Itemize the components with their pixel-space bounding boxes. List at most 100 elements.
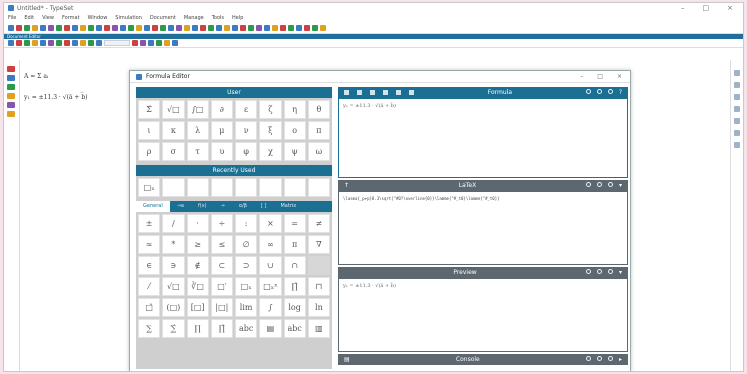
symbol-button[interactable]: ∏ bbox=[186, 319, 209, 338]
menu-item[interactable]: Help bbox=[232, 15, 243, 21]
symbol-button[interactable]: ζ bbox=[259, 100, 282, 119]
sidebar-icon[interactable] bbox=[734, 70, 740, 76]
symbol-button[interactable]: ∂ bbox=[210, 100, 233, 119]
sidebar-icon[interactable] bbox=[7, 102, 15, 108]
toolbar-icon[interactable] bbox=[24, 24, 30, 31]
symbol-button[interactable]: ε bbox=[235, 100, 258, 119]
zoom-out-icon[interactable] bbox=[596, 89, 602, 94]
zoom-reset-icon[interactable] bbox=[607, 182, 613, 187]
toolbar-icon[interactable] bbox=[96, 40, 102, 46]
symbol-button[interactable]: ∏̂ bbox=[283, 277, 306, 296]
symbol-button[interactable]: abc bbox=[235, 319, 258, 338]
symbol-button[interactable]: π bbox=[283, 235, 306, 254]
toolbar-icon[interactable] bbox=[216, 24, 222, 31]
toolbar-icon[interactable] bbox=[128, 24, 134, 31]
toolbar-icon[interactable] bbox=[296, 24, 302, 31]
symbol-button[interactable]: √□ bbox=[162, 100, 185, 119]
menu-item[interactable]: Manage bbox=[184, 15, 204, 21]
toolbar-icon[interactable] bbox=[88, 24, 94, 31]
symbol-button[interactable]: ÷ bbox=[210, 214, 233, 233]
toolbar-icon[interactable] bbox=[288, 24, 294, 31]
tab-5[interactable]: [ ] bbox=[254, 201, 274, 212]
symbol-button[interactable]: ≥ bbox=[186, 235, 209, 254]
symbol-button[interactable]: □̂ bbox=[138, 298, 161, 317]
expand-icon[interactable]: ▸ bbox=[619, 356, 622, 363]
symbol-button[interactable]: ⊃ bbox=[235, 256, 258, 275]
toolbar-icon[interactable] bbox=[140, 40, 146, 46]
menu-item[interactable]: Window bbox=[88, 15, 108, 21]
toolbar-icon[interactable] bbox=[192, 24, 198, 31]
toolbar-icon[interactable] bbox=[136, 24, 142, 31]
latex-output[interactable]: \lasma{_p+p}8.3\sqrt{"#0?\overline{0}}\l… bbox=[338, 191, 628, 265]
zoom-reset-icon[interactable] bbox=[607, 269, 613, 274]
symbol-button[interactable]: □′ bbox=[210, 277, 233, 296]
cut-icon[interactable] bbox=[383, 90, 388, 95]
toolbar-icon[interactable] bbox=[320, 24, 326, 31]
toolbar-icon[interactable] bbox=[40, 40, 46, 46]
editor-minimize-button[interactable]: – bbox=[580, 73, 583, 80]
sidebar-icon[interactable] bbox=[734, 142, 740, 148]
menu-item[interactable]: Document bbox=[150, 15, 176, 21]
toolbar-icon[interactable] bbox=[148, 40, 154, 46]
toolbar-icon[interactable] bbox=[120, 24, 126, 31]
toolbar-icon[interactable] bbox=[8, 24, 14, 31]
toolbar-icon[interactable] bbox=[232, 24, 238, 31]
symbol-button[interactable]: λ bbox=[186, 121, 209, 140]
symbol-button[interactable]: υ bbox=[210, 142, 233, 161]
symbol-button[interactable]: ν bbox=[235, 121, 258, 140]
toolbar-icon[interactable] bbox=[224, 24, 230, 31]
symbol-button[interactable]: * bbox=[162, 235, 185, 254]
zoom-out-icon[interactable] bbox=[596, 356, 602, 361]
symbol-button[interactable]: τ bbox=[186, 142, 209, 161]
symbol-button[interactable]: ∅ bbox=[235, 235, 258, 254]
symbol-button[interactable]: ∪ bbox=[259, 256, 282, 275]
tab-2[interactable]: f(x) bbox=[191, 201, 214, 212]
symbol-button[interactable]: ρ bbox=[138, 142, 161, 161]
menu-item[interactable]: File bbox=[8, 15, 16, 21]
toolbar-icon[interactable] bbox=[184, 24, 190, 31]
maximize-button[interactable]: □ bbox=[703, 4, 710, 12]
close-button[interactable]: × bbox=[727, 4, 733, 12]
symbol-button[interactable]: |□| bbox=[210, 298, 233, 317]
symbol-button[interactable]: ⊂ bbox=[210, 256, 233, 275]
symbol-button[interactable]: ∏̂ bbox=[210, 319, 233, 338]
toolbar-icon[interactable] bbox=[144, 24, 150, 31]
symbol-button[interactable]: ι bbox=[138, 121, 161, 140]
undo-icon[interactable] bbox=[357, 90, 362, 95]
toolbar-icon[interactable] bbox=[112, 24, 118, 31]
symbol-button[interactable]: abc bbox=[283, 319, 306, 338]
sidebar-icon[interactable] bbox=[734, 106, 740, 112]
document-canvas[interactable]: A = Σ aᵢ y₁ = ±11.3 · √(a̅ + b̅) bbox=[24, 73, 144, 115]
toolbar-icon[interactable] bbox=[172, 40, 178, 46]
symbol-button[interactable]: ψ bbox=[283, 142, 306, 161]
symbol-button[interactable]: ο bbox=[283, 121, 306, 140]
toolbar-icon[interactable] bbox=[64, 40, 70, 46]
copy-icon[interactable] bbox=[396, 90, 401, 95]
toolbar-icon[interactable] bbox=[248, 24, 254, 31]
toolbar-icon[interactable] bbox=[132, 40, 138, 46]
toolbar-icon[interactable] bbox=[32, 40, 38, 46]
document-equation[interactable]: y₁ = ±11.3 · √(a̅ + b̅) bbox=[24, 94, 144, 101]
symbol-button[interactable]: ± bbox=[138, 214, 161, 233]
toolbar-icon[interactable] bbox=[48, 40, 54, 46]
symbol-button[interactable]: ≠ bbox=[307, 214, 330, 233]
document-equation[interactable]: A = Σ aᵢ bbox=[24, 73, 144, 80]
toolbar-icon[interactable] bbox=[32, 24, 38, 31]
zoom-reset-icon[interactable] bbox=[607, 356, 613, 361]
symbol-button[interactable]: θ bbox=[307, 100, 330, 119]
sidebar-icon[interactable] bbox=[734, 94, 740, 100]
toolbar-icon[interactable] bbox=[16, 40, 22, 46]
symbol-button[interactable]: × bbox=[259, 214, 282, 233]
sidebar-icon[interactable] bbox=[7, 84, 15, 90]
tab-6[interactable]: Matrix bbox=[273, 201, 303, 212]
console-header[interactable]: ▤ Console ▸ bbox=[338, 354, 628, 365]
toolbar-icon[interactable] bbox=[208, 24, 214, 31]
symbol-button[interactable]: □ₓˣ bbox=[259, 277, 282, 296]
menu-item[interactable]: Simulation bbox=[115, 15, 142, 21]
symbol-button[interactable]: ∩ bbox=[283, 256, 306, 275]
symbol-button[interactable]: ∫□ bbox=[186, 100, 209, 119]
symbol-button[interactable]: φ bbox=[235, 142, 258, 161]
symbol-button[interactable]: ∈ bbox=[138, 256, 161, 275]
menu-item[interactable]: Tools bbox=[212, 15, 224, 21]
toolbar-icon[interactable] bbox=[40, 24, 46, 31]
